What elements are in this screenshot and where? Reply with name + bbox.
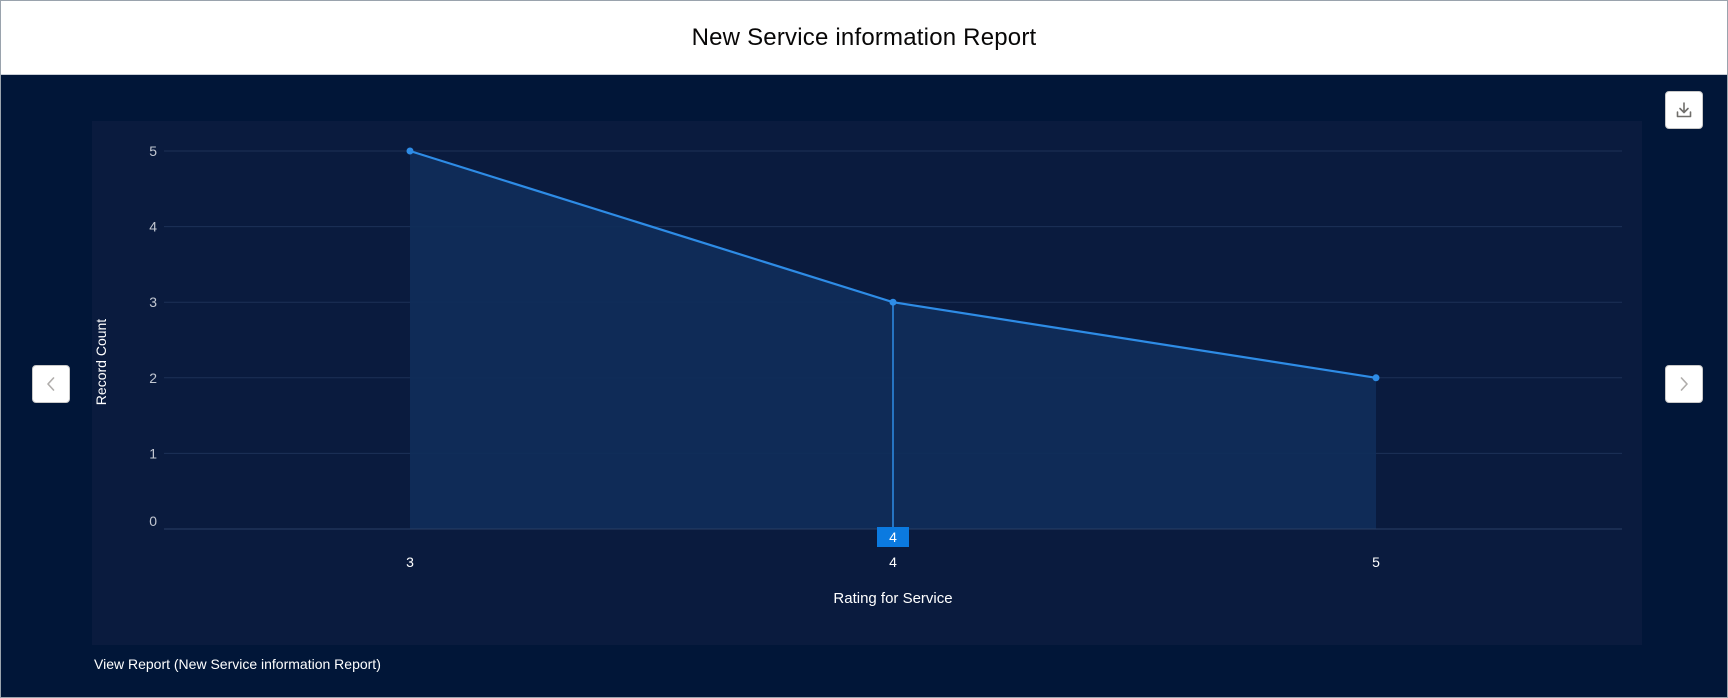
page-title: New Service information Report — [691, 23, 1037, 51]
next-chart-button[interactable] — [1665, 365, 1703, 403]
chevron-left-icon — [47, 377, 55, 391]
data-point — [1372, 374, 1380, 382]
download-icon — [1676, 102, 1692, 118]
view-report-link[interactable]: View Report (New Service information Rep… — [94, 656, 381, 672]
y-tick-label: 1 — [149, 445, 157, 461]
y-tick-label: 3 — [149, 294, 157, 310]
area-chart: 0 1 2 3 4 5 3 4 5 4 Rating for Service Record Count — [92, 121, 1642, 645]
report-window: New Service information Report 0 1 2 3 4 5 3 4 5… — [0, 0, 1728, 698]
highlight-badge-label: 4 — [889, 529, 897, 545]
data-point — [889, 298, 897, 306]
chart-panel: 0 1 2 3 4 5 3 4 5 4 Rating for Service Record Count… — [1, 75, 1727, 697]
report-header: New Service information Report — [1, 1, 1727, 75]
y-axis-label: Record Count — [93, 319, 109, 405]
data-point — [406, 147, 414, 155]
x-axis-label: Rating for Service — [833, 590, 952, 607]
y-tick-label: 2 — [149, 370, 157, 386]
x-tick-label: 4 — [889, 554, 897, 570]
y-tick-label: 0 — [149, 513, 157, 529]
chevron-right-icon — [1680, 377, 1688, 391]
previous-chart-button[interactable] — [32, 365, 70, 403]
x-tick-label: 3 — [406, 554, 414, 570]
y-tick-label: 4 — [149, 219, 157, 235]
download-button[interactable] — [1665, 91, 1703, 129]
y-tick-label: 5 — [149, 143, 157, 159]
x-tick-label: 5 — [1372, 554, 1380, 570]
chart-area: 0 1 2 3 4 5 3 4 5 4 Rating for Service Record Count — [92, 121, 1642, 645]
